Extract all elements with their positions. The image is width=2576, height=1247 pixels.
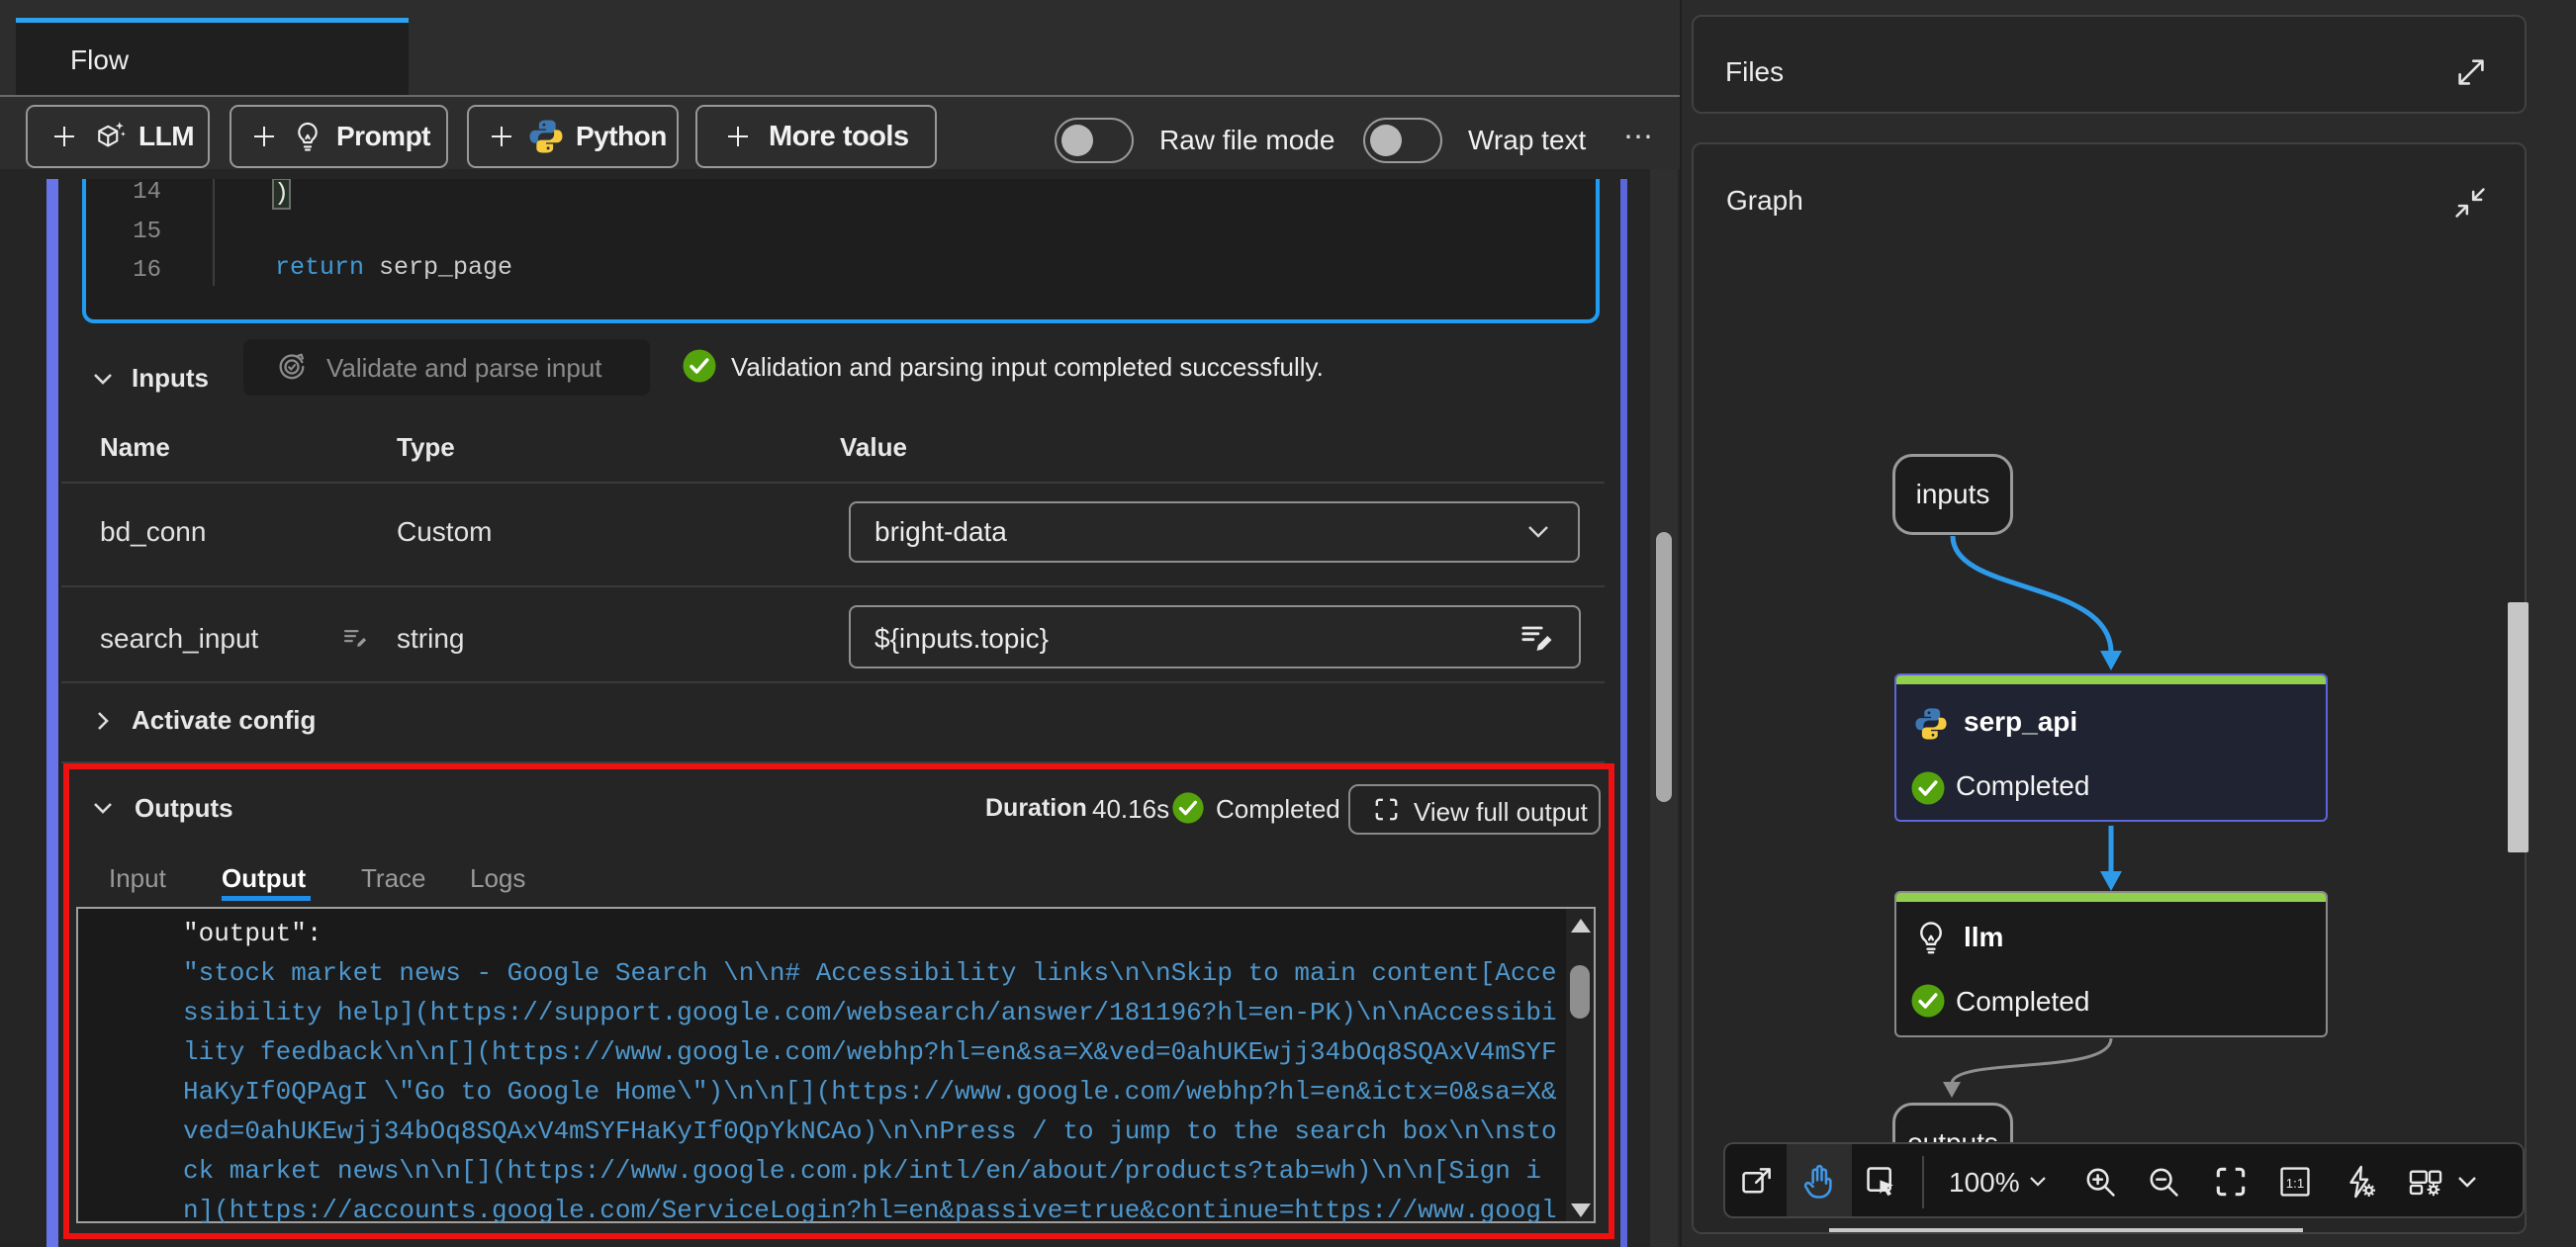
svg-text:1:1: 1:1 xyxy=(2286,1176,2305,1191)
